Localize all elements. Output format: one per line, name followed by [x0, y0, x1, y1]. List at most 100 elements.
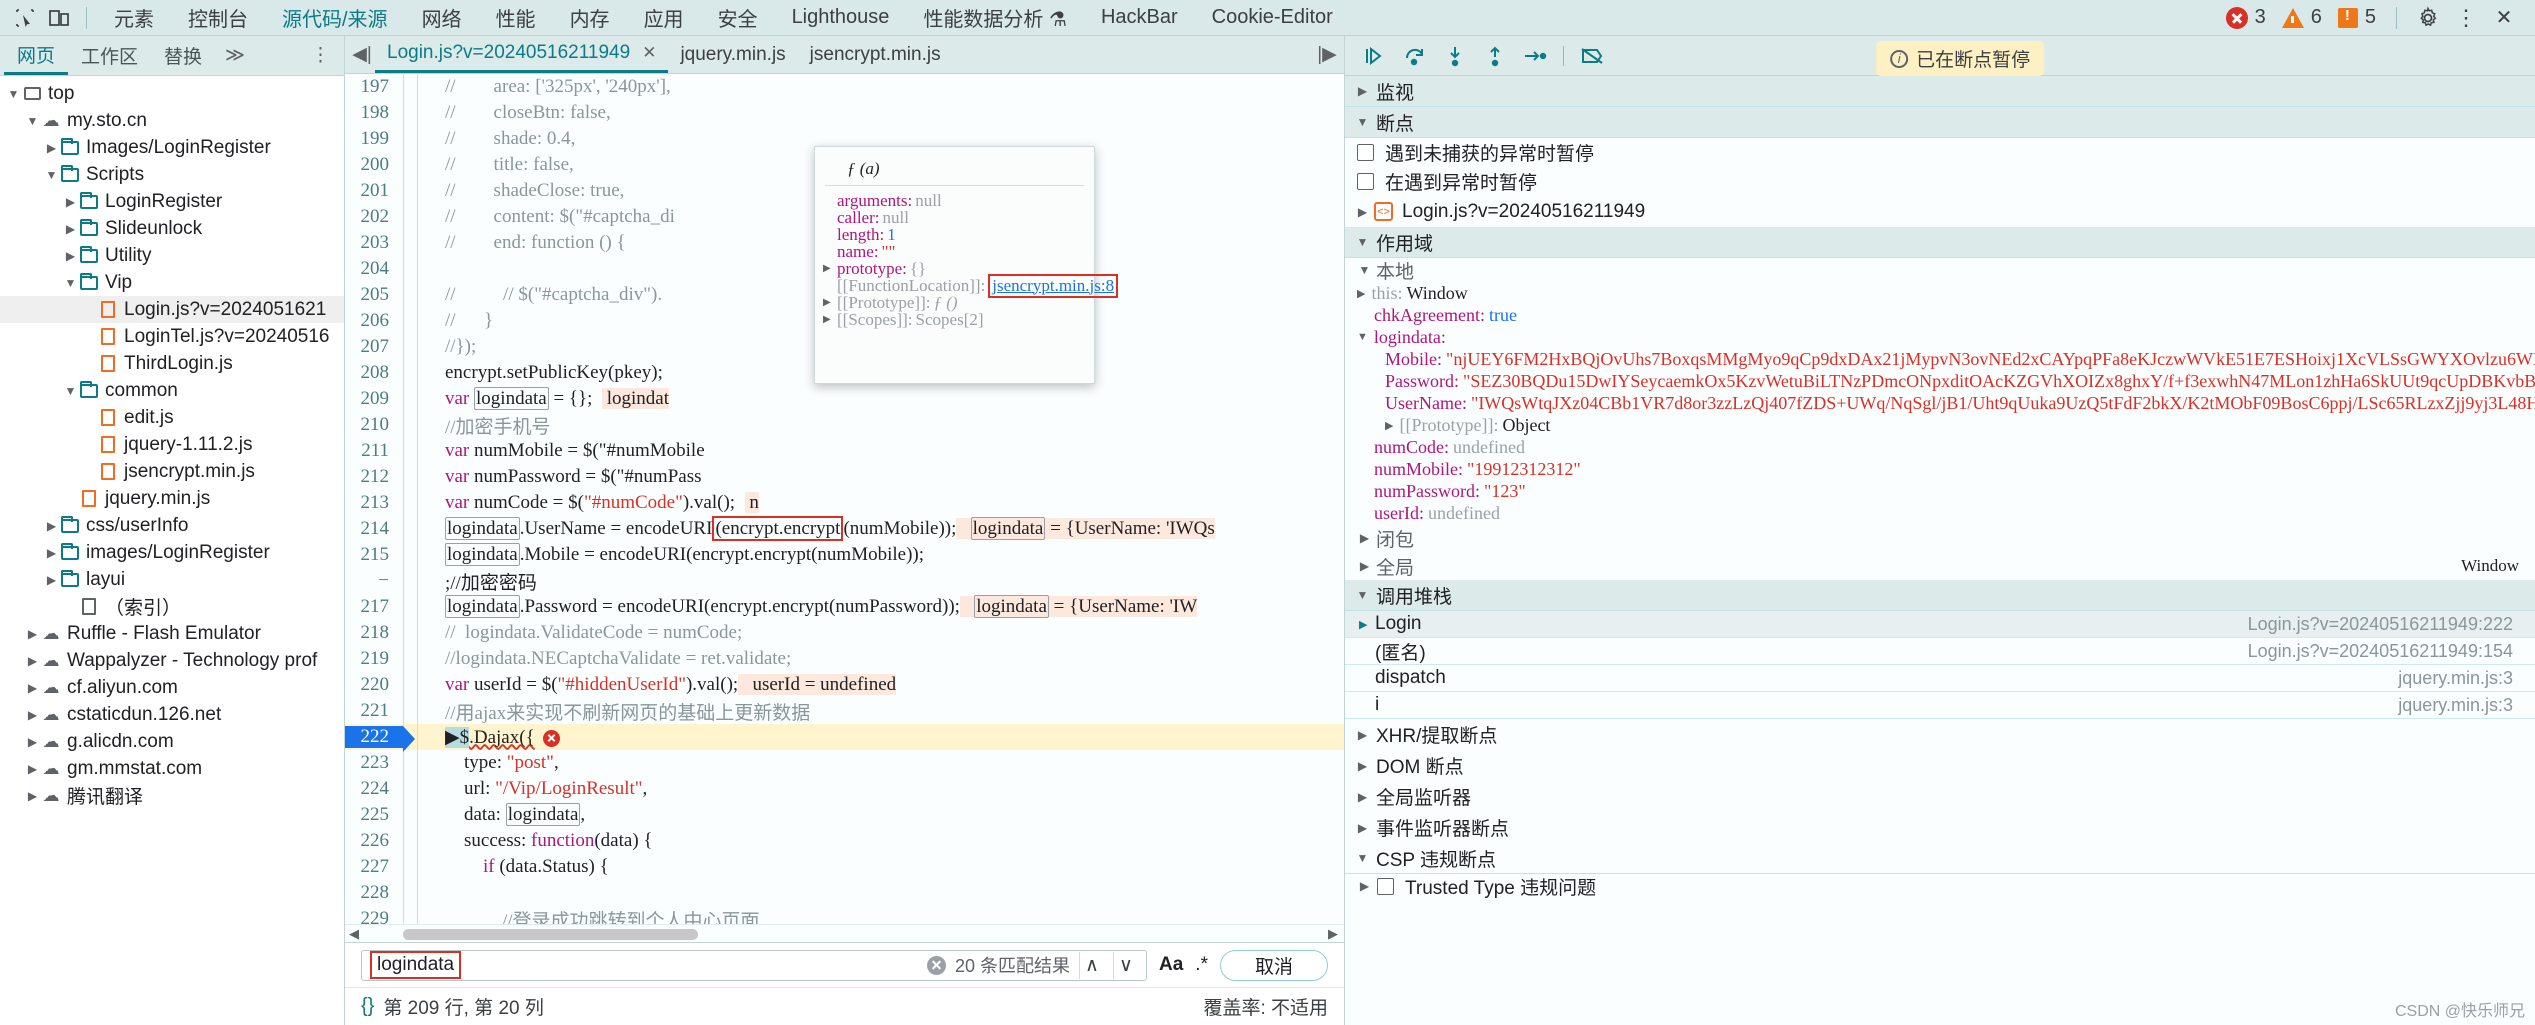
chevron-down-icon[interactable]: ▼	[44, 168, 59, 182]
line-number[interactable]: 206	[345, 310, 403, 332]
line-number[interactable]: 218	[345, 622, 403, 644]
scroll-left-icon[interactable]: ◀	[349, 926, 359, 942]
tab-sources[interactable]: 源代码/来源	[265, 1, 405, 35]
line-number[interactable]: 205	[345, 284, 403, 306]
section-event-listener-breakpoints[interactable]: ▶ 事件监听器断点	[1345, 812, 2535, 843]
tree-item[interactable]: jquery.min.js	[0, 485, 344, 512]
chevron-right-icon[interactable]: ▶	[63, 222, 78, 236]
call-stack-row[interactable]: dispatch jquery.min.js:3	[1345, 665, 2535, 692]
code-line[interactable]: 213 var numCode = $("#numCode").val(); n	[345, 490, 1344, 516]
tree-item[interactable]: edit.js	[0, 404, 344, 431]
popup-property-row[interactable]: ▶ [[Scopes]]: Scopes[2]	[815, 310, 1094, 329]
step-out-button[interactable]	[1475, 40, 1515, 72]
step-over-button[interactable]	[1395, 40, 1435, 72]
call-stack-location[interactable]: jquery.min.js:3	[2398, 668, 2535, 689]
scope-local-group[interactable]: ▼ 本地	[1345, 258, 2535, 283]
tab-security[interactable]: 安全	[701, 1, 775, 35]
chevron-right-icon[interactable]: ▶	[25, 708, 40, 722]
code-line[interactable]: 209 var logindata = {}; logindat	[345, 386, 1344, 412]
scope-variable-row[interactable]: ▶ this: Window	[1345, 282, 2535, 304]
line-number[interactable]: 222	[345, 726, 415, 752]
tree-item[interactable]: ▼ Vip	[0, 269, 344, 296]
call-stack-row[interactable]: (匿名) Login.js?v=20240516211949:154	[1345, 638, 2535, 665]
code-line[interactable]: 229 //登录成功跳转到个人中心页面	[345, 906, 1344, 924]
line-number[interactable]: 225	[345, 804, 403, 826]
checkbox[interactable]	[1357, 144, 1374, 161]
tree-item[interactable]: （索引）	[0, 593, 344, 620]
tree-item[interactable]: jquery-1.11.2.js	[0, 431, 344, 458]
chevron-right-icon[interactable]: ▶	[25, 654, 40, 668]
search-prev-button[interactable]: ∧	[1079, 951, 1104, 979]
pretty-print-icon[interactable]: {}	[361, 995, 374, 1018]
code-line[interactable]: 226 success: function(data) {	[345, 828, 1344, 854]
tab-network[interactable]: 网络	[405, 1, 479, 35]
chevron-right-icon[interactable]: ▶	[63, 195, 78, 209]
chevron-right-icon[interactable]: ▶	[44, 546, 59, 560]
inspect-element-icon[interactable]	[8, 3, 42, 33]
match-case-button[interactable]: Aa	[1159, 954, 1183, 976]
resume-script-button[interactable]	[1355, 40, 1395, 72]
code-line[interactable]: 214 logindata .UserName = encodeURI (encryp…	[345, 516, 1344, 542]
code-line[interactable]: 222 ▶$.Dajax({	[345, 724, 1344, 752]
tree-item[interactable]: ▼ ☁ my.sto.cn	[0, 107, 344, 134]
code-line[interactable]: 221 //用ajax来实现不刷新网页的基础上更新数据	[345, 698, 1344, 724]
call-stack-location[interactable]: jquery.min.js:3	[2398, 695, 2535, 716]
call-stack-location[interactable]: Login.js?v=20240516211949:154	[2248, 641, 2535, 662]
tab-console[interactable]: 控制台	[171, 1, 265, 35]
warning-count[interactable]: 6	[2276, 6, 2328, 29]
call-stack-row[interactable]: i jquery.min.js:3	[1345, 692, 2535, 719]
regex-button[interactable]: .*	[1195, 954, 1208, 976]
line-number[interactable]: 224	[345, 778, 403, 800]
call-stack-row[interactable]: ▶ Login Login.js?v=20240516211949:222	[1345, 611, 2535, 638]
line-number[interactable]: 209	[345, 388, 403, 410]
nav-tab-overrides[interactable]: 替换	[151, 36, 215, 75]
chevron-right-icon[interactable]: ▶	[25, 735, 40, 749]
line-number[interactable]: 197	[345, 76, 403, 98]
tab-performance[interactable]: 性能	[479, 1, 553, 35]
tab-elements[interactable]: 元素	[97, 1, 171, 35]
line-number[interactable]: 212	[345, 466, 403, 488]
tree-item[interactable]: ▶ ☁ gm.mmstat.com	[0, 755, 344, 782]
scope-variable-row[interactable]: numMobile: "19912312312"	[1345, 458, 2535, 480]
code-line[interactable]: 228	[345, 880, 1344, 906]
tab-lighthouse[interactable]: Lighthouse	[775, 1, 907, 35]
tree-item[interactable]: ▶ Utility	[0, 242, 344, 269]
popup-property-row[interactable]: caller: null	[815, 208, 1094, 227]
line-number[interactable]: 204	[345, 258, 403, 280]
line-number[interactable]: 226	[345, 830, 403, 852]
tree-item[interactable]: ▶ ☁ 腾讯翻译	[0, 782, 344, 809]
scope-variable-row[interactable]: chkAgreement: true	[1345, 304, 2535, 326]
line-number[interactable]: 220	[345, 674, 403, 696]
deactivate-breakpoints-button[interactable]	[1572, 40, 1612, 72]
breakpoint-group-login-js[interactable]: ▶ <> Login.js?v=20240516211949	[1345, 196, 2535, 227]
line-number[interactable]: 210	[345, 414, 403, 436]
tree-item[interactable]: ▶ ☁ Ruffle - Flash Emulator	[0, 620, 344, 647]
chevron-right-icon[interactable]: ▶	[44, 519, 59, 533]
line-number[interactable]: 219	[345, 648, 403, 670]
nav-more-tabs-icon[interactable]: ≫	[215, 44, 255, 67]
code-line[interactable]: 219 //logindata.NECaptchaValidate = ret.v…	[345, 646, 1344, 672]
pause-uncaught-exceptions-row[interactable]: 遇到未捕获的异常时暂停	[1345, 138, 2535, 167]
line-number[interactable]: 203	[345, 232, 403, 254]
call-stack-location[interactable]: Login.js?v=20240516211949:222	[2248, 614, 2535, 635]
tree-item[interactable]: ▼ Scripts	[0, 161, 344, 188]
code-line[interactable]: 210 //加密手机号	[345, 412, 1344, 438]
scope-variable-row[interactable]: userId: undefined	[1345, 502, 2535, 524]
line-number[interactable]: 198	[345, 102, 403, 124]
tree-item[interactable]: ▶ layui	[0, 566, 344, 593]
line-number[interactable]: 208	[345, 362, 403, 384]
line-number[interactable]: 221	[345, 700, 403, 722]
tree-item[interactable]: LoginTel.js?v=20240516	[0, 323, 344, 350]
chevron-down-icon[interactable]: ▼	[1357, 331, 1368, 343]
line-number[interactable]: −	[345, 570, 403, 592]
section-call-stack[interactable]: ▼ 调用堆栈	[1345, 580, 2535, 611]
line-number[interactable]: 228	[345, 882, 403, 904]
code-line[interactable]: 212 var numPassword = $("#numPass	[345, 464, 1344, 490]
checkbox[interactable]	[1357, 173, 1374, 190]
line-number[interactable]: 213	[345, 492, 403, 514]
tree-item[interactable]: ▶ LoginRegister	[0, 188, 344, 215]
code-line[interactable]: 198 // closeBtn: false,	[345, 100, 1344, 126]
line-number[interactable]: 202	[345, 206, 403, 228]
code-line[interactable]: 224 url: "/Vip/LoginResult",	[345, 776, 1344, 802]
section-dom-breakpoints[interactable]: ▶ DOM 断点	[1345, 750, 2535, 781]
